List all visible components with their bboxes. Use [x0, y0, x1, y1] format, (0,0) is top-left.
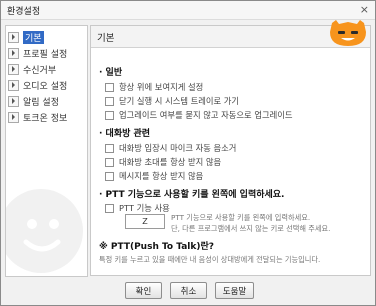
- cancel-button[interactable]: 취소: [170, 282, 207, 299]
- checkbox[interactable]: [105, 157, 114, 167]
- sidebar-item-info[interactable]: 토크온 정보: [8, 110, 67, 124]
- ptt-key-input[interactable]: Z: [125, 214, 165, 229]
- ptt-what-description: 특정 키를 누르고 있을 때에만 내 음성이 상대방에게 전달되는 기능입니다.: [99, 255, 321, 264]
- checkbox[interactable]: [105, 82, 114, 92]
- sidebar-item-label: 기본: [23, 30, 44, 44]
- ptt-description: PTT 기능으로 사용할 키를 왼쪽에 입력하세요. 단, 다른 프로그램에서 …: [171, 212, 367, 234]
- chevron-right-icon: [8, 111, 19, 123]
- chevron-right-icon: [8, 63, 19, 75]
- chevron-right-icon: [8, 79, 19, 91]
- option-label: 메시지를 항상 받지 않음: [119, 171, 204, 181]
- sidebar-item-label: 알림 설정: [23, 97, 59, 108]
- checkbox[interactable]: [105, 171, 114, 181]
- ptt-section-title: · PTT 기능으로 사용할 키를 왼쪽에 입력하세요.: [99, 190, 285, 200]
- window-title: 환경설정: [7, 7, 41, 17]
- chevron-right-icon: [8, 47, 19, 59]
- sidebar-item-audio[interactable]: 오디오 설정: [8, 78, 67, 92]
- settings-window: 환경설정 × 기본 프로필 설정 수신거부 오디오 설정 알림 설정 토크온 정…: [0, 0, 376, 306]
- smiley-watermark-icon: [6, 189, 83, 273]
- help-button[interactable]: 도움말: [215, 282, 254, 299]
- checkbox[interactable]: [105, 203, 114, 213]
- option-label: 대화방 초대를 항상 받지 않음: [119, 157, 222, 167]
- checkbox[interactable]: [105, 110, 114, 120]
- checkbox[interactable]: [105, 96, 114, 106]
- option-label: 대화방 입장시 마이크 자동 음소거: [119, 143, 237, 153]
- option-auto-upgrade[interactable]: 업그레이드 여부를 묻지 않고 자동으로 업그레이드: [105, 109, 292, 121]
- option-label: 항상 위에 보여지게 설정: [119, 82, 204, 92]
- sidebar-item-label: 수신거부: [23, 65, 57, 76]
- ptt-what-title: ※ PTT(Push To Talk)란?: [99, 242, 214, 252]
- ptt-description-line: 단, 다른 프로그램에서 쓰지 않는 키로 선택해 주세요.: [171, 224, 331, 233]
- mascot-logo-icon: [330, 20, 366, 46]
- sidebar-item-notification[interactable]: 알림 설정: [8, 94, 59, 108]
- ok-button[interactable]: 확인: [125, 282, 162, 299]
- option-minimize-to-tray[interactable]: 닫기 실행 시 시스템 트레이로 가기: [105, 95, 239, 107]
- option-always-on-top[interactable]: 항상 위에 보여지게 설정: [105, 81, 203, 93]
- general-section-title: · 일반: [99, 68, 123, 78]
- chevron-right-icon: [8, 31, 19, 43]
- ptt-description-line: PTT 기능으로 사용할 키를 왼쪽에 입력하세요.: [171, 213, 311, 222]
- sidebar-item-profile[interactable]: 프로필 설정: [8, 46, 67, 60]
- title-bar[interactable]: 환경설정 ×: [1, 1, 375, 20]
- close-icon[interactable]: ×: [360, 4, 369, 15]
- option-reject-messages[interactable]: 메시지를 항상 받지 않음: [105, 170, 203, 182]
- sidebar-item-block[interactable]: 수신거부: [8, 62, 56, 76]
- settings-sidebar: 기본 프로필 설정 수신거부 오디오 설정 알림 설정 토크온 정보: [5, 25, 88, 277]
- chat-section-title: · 대화방 관련: [99, 129, 151, 139]
- page-title: 기본: [97, 33, 115, 44]
- option-auto-mute[interactable]: 대화방 입장시 마이크 자동 음소거: [105, 142, 236, 154]
- option-ptt-enable[interactable]: PTT 기능 사용: [105, 202, 170, 214]
- sidebar-item-label: 프로필 설정: [23, 49, 68, 60]
- option-label: 업그레이드 여부를 묻지 않고 자동으로 업그레이드: [119, 110, 293, 120]
- option-label: 닫기 실행 시 시스템 트레이로 가기: [119, 96, 240, 106]
- sidebar-item-basic[interactable]: 기본: [8, 30, 44, 44]
- checkbox[interactable]: [105, 143, 114, 153]
- option-reject-invites[interactable]: 대화방 초대를 항상 받지 않음: [105, 156, 221, 168]
- sidebar-item-label: 오디오 설정: [23, 81, 68, 92]
- option-label: PTT 기능 사용: [119, 203, 170, 213]
- settings-content: 기본 · 일반 항상 위에 보여지게 설정 닫기 실행 시 시스템 트레이로 가…: [90, 20, 371, 276]
- chevron-right-icon: [8, 95, 19, 107]
- content-header: 기본: [91, 20, 370, 48]
- sidebar-item-label: 토크온 정보: [23, 113, 68, 124]
